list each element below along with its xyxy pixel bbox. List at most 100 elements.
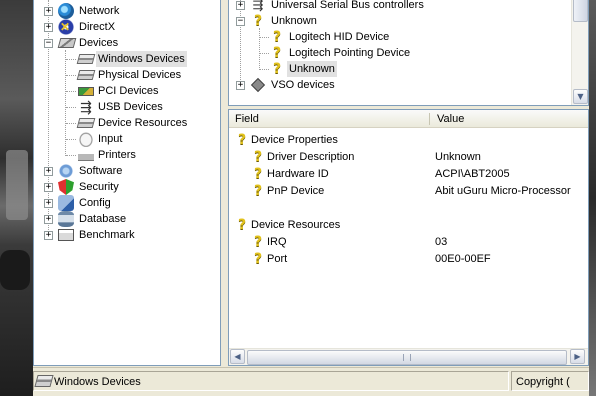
- nav-item-pci-devices[interactable]: PCI Devices: [34, 83, 220, 99]
- nav-item-security[interactable]: + Security: [34, 179, 220, 195]
- question-mark-icon: ?: [253, 251, 263, 267]
- question-mark-icon: ?: [272, 45, 282, 61]
- group-header-device-resources[interactable]: ? Device Resources: [229, 217, 588, 233]
- device-tree-vertical-scrollbar[interactable]: ▼: [571, 0, 588, 105]
- nav-item-windows-devices[interactable]: Windows Devices: [34, 51, 220, 67]
- value-cell: Unknown: [435, 151, 481, 163]
- column-divider[interactable]: [429, 113, 430, 125]
- column-header-field[interactable]: Field: [229, 110, 429, 128]
- table-row[interactable]: ? Driver Description Unknown: [229, 149, 588, 165]
- table-row[interactable]: ? Hardware ID ACPI\ABT2005: [229, 166, 588, 182]
- question-mark-icon: ?: [272, 61, 282, 77]
- nav-item-label: Device Resources: [98, 117, 188, 129]
- nav-item-usb-devices[interactable]: ⇶ USB Devices: [34, 99, 220, 115]
- network-icon: [58, 3, 74, 19]
- nav-item-config[interactable]: + Config: [34, 195, 220, 211]
- nav-item-label: Devices: [79, 37, 119, 49]
- device-tree-item-logitech-hid[interactable]: ? Logitech HID Device: [229, 29, 569, 45]
- device-tree-item-unknown-selected[interactable]: ? Unknown: [229, 61, 569, 77]
- field-cell: PnP Device: [267, 185, 325, 197]
- table-row[interactable]: ? IRQ 03: [229, 234, 588, 250]
- software-icon: [58, 163, 74, 179]
- nav-item-label: Printers: [98, 149, 136, 161]
- collapse-toggle[interactable]: −: [236, 17, 245, 26]
- nav-item-software[interactable]: + Software: [34, 163, 220, 179]
- question-mark-icon: ?: [253, 13, 263, 29]
- device-resources-icon: [76, 118, 96, 128]
- question-mark-icon: ?: [253, 166, 263, 182]
- device-tree-item-vso-devices[interactable]: + VSO devices: [229, 77, 569, 93]
- table-row[interactable]: ? Port 00E0-00EF: [229, 251, 588, 267]
- expand-toggle[interactable]: +: [236, 81, 245, 90]
- nav-item-input[interactable]: Input: [34, 131, 220, 147]
- expand-toggle[interactable]: +: [44, 23, 53, 32]
- navigation-tree[interactable]: + Network + DirectX − Devices Windows De…: [33, 0, 221, 366]
- column-header-value[interactable]: Value: [431, 110, 588, 128]
- status-bar: Windows Devices Copyright (: [33, 367, 589, 396]
- nav-item-benchmark[interactable]: + Benchmark: [34, 227, 220, 243]
- expand-toggle[interactable]: +: [44, 183, 53, 192]
- field-cell: IRQ: [267, 236, 287, 248]
- scrollbar-thumb[interactable]: [247, 350, 567, 365]
- windows-devices-icon: [76, 54, 96, 64]
- table-row[interactable]: ? PnP Device Abit uGuru Micro-Processor: [229, 183, 588, 199]
- group-title: Device Resources: [251, 219, 341, 231]
- expand-toggle[interactable]: +: [44, 7, 53, 16]
- nav-item-physical-devices[interactable]: Physical Devices: [34, 67, 220, 83]
- question-mark-icon: ?: [272, 29, 282, 45]
- desktop-wallpaper-detail: [0, 250, 30, 290]
- group-header-device-properties[interactable]: ? Device Properties: [229, 132, 588, 148]
- nav-item-printers[interactable]: Printers: [34, 147, 220, 163]
- scrollbar-thumb[interactable]: [573, 0, 588, 22]
- device-tree-label: Universal Serial Bus controllers: [271, 0, 424, 11]
- question-mark-icon: ?: [253, 183, 263, 199]
- question-mark-icon: ?: [253, 234, 263, 250]
- field-cell: Port: [267, 253, 288, 265]
- nav-item-network[interactable]: + Network: [34, 3, 220, 19]
- desktop-wallpaper-detail: [6, 150, 28, 220]
- expand-toggle[interactable]: +: [236, 1, 245, 10]
- device-tree[interactable]: + ⇶ Universal Serial Bus controllers − ?…: [228, 0, 589, 106]
- nav-item-label: Database: [79, 213, 127, 225]
- group-title: Device Properties: [251, 134, 338, 146]
- application-window: + Network + DirectX − Devices Windows De…: [33, 0, 589, 396]
- question-mark-icon: ?: [237, 132, 247, 148]
- nav-item-directx[interactable]: + DirectX: [34, 19, 220, 35]
- device-tree-item-unknown-group[interactable]: − ? Unknown: [229, 13, 569, 29]
- value-cell: ACPI\ABT2005: [435, 168, 510, 180]
- device-tree-item-logitech-pointing[interactable]: ? Logitech Pointing Device: [229, 45, 569, 61]
- desktop-background-left: [0, 0, 33, 396]
- grip-icon: [403, 354, 411, 361]
- nav-item-label: Security: [79, 181, 119, 193]
- nav-item-device-resources[interactable]: Device Resources: [34, 115, 220, 131]
- device-tree-label: Logitech HID Device: [289, 31, 390, 43]
- column-header-row: Field Value: [229, 110, 588, 128]
- scroll-down-arrow-icon[interactable]: ▼: [573, 89, 588, 104]
- expand-toggle[interactable]: +: [44, 231, 53, 240]
- nav-item-label: DirectX: [79, 21, 116, 33]
- scroll-right-arrow-icon[interactable]: ▶: [570, 349, 585, 364]
- printer-icon: [78, 147, 94, 163]
- windows-devices-icon: [34, 375, 54, 387]
- scroll-left-arrow-icon[interactable]: ◀: [230, 349, 245, 364]
- device-tree-item-usb-controllers[interactable]: + ⇶ Universal Serial Bus controllers: [229, 0, 569, 13]
- expand-toggle[interactable]: +: [44, 215, 53, 224]
- vertical-splitter[interactable]: [221, 0, 228, 366]
- security-shield-icon: [58, 179, 74, 195]
- value-cell: Abit uGuru Micro-Processor: [435, 185, 571, 197]
- benchmark-icon: [58, 229, 74, 241]
- usb-devices-icon: ⇶: [80, 99, 92, 115]
- device-tree-label: Logitech Pointing Device: [289, 47, 411, 59]
- details-horizontal-scrollbar[interactable]: ◀ ▶: [229, 348, 588, 365]
- device-details-list[interactable]: Field Value ? Device Properties ? Driver…: [228, 109, 589, 366]
- config-icon: [58, 195, 74, 211]
- nav-item-devices[interactable]: − Devices: [34, 35, 220, 51]
- collapse-toggle[interactable]: −: [44, 39, 53, 48]
- expand-toggle[interactable]: +: [44, 199, 53, 208]
- expand-toggle[interactable]: +: [44, 167, 53, 176]
- field-cell: Driver Description: [267, 151, 355, 163]
- status-copyright-text: Copyright (: [516, 376, 570, 388]
- nav-item-database[interactable]: + Database: [34, 211, 220, 227]
- nav-item-label: PCI Devices: [98, 85, 159, 97]
- device-tree-label: Unknown: [287, 61, 337, 77]
